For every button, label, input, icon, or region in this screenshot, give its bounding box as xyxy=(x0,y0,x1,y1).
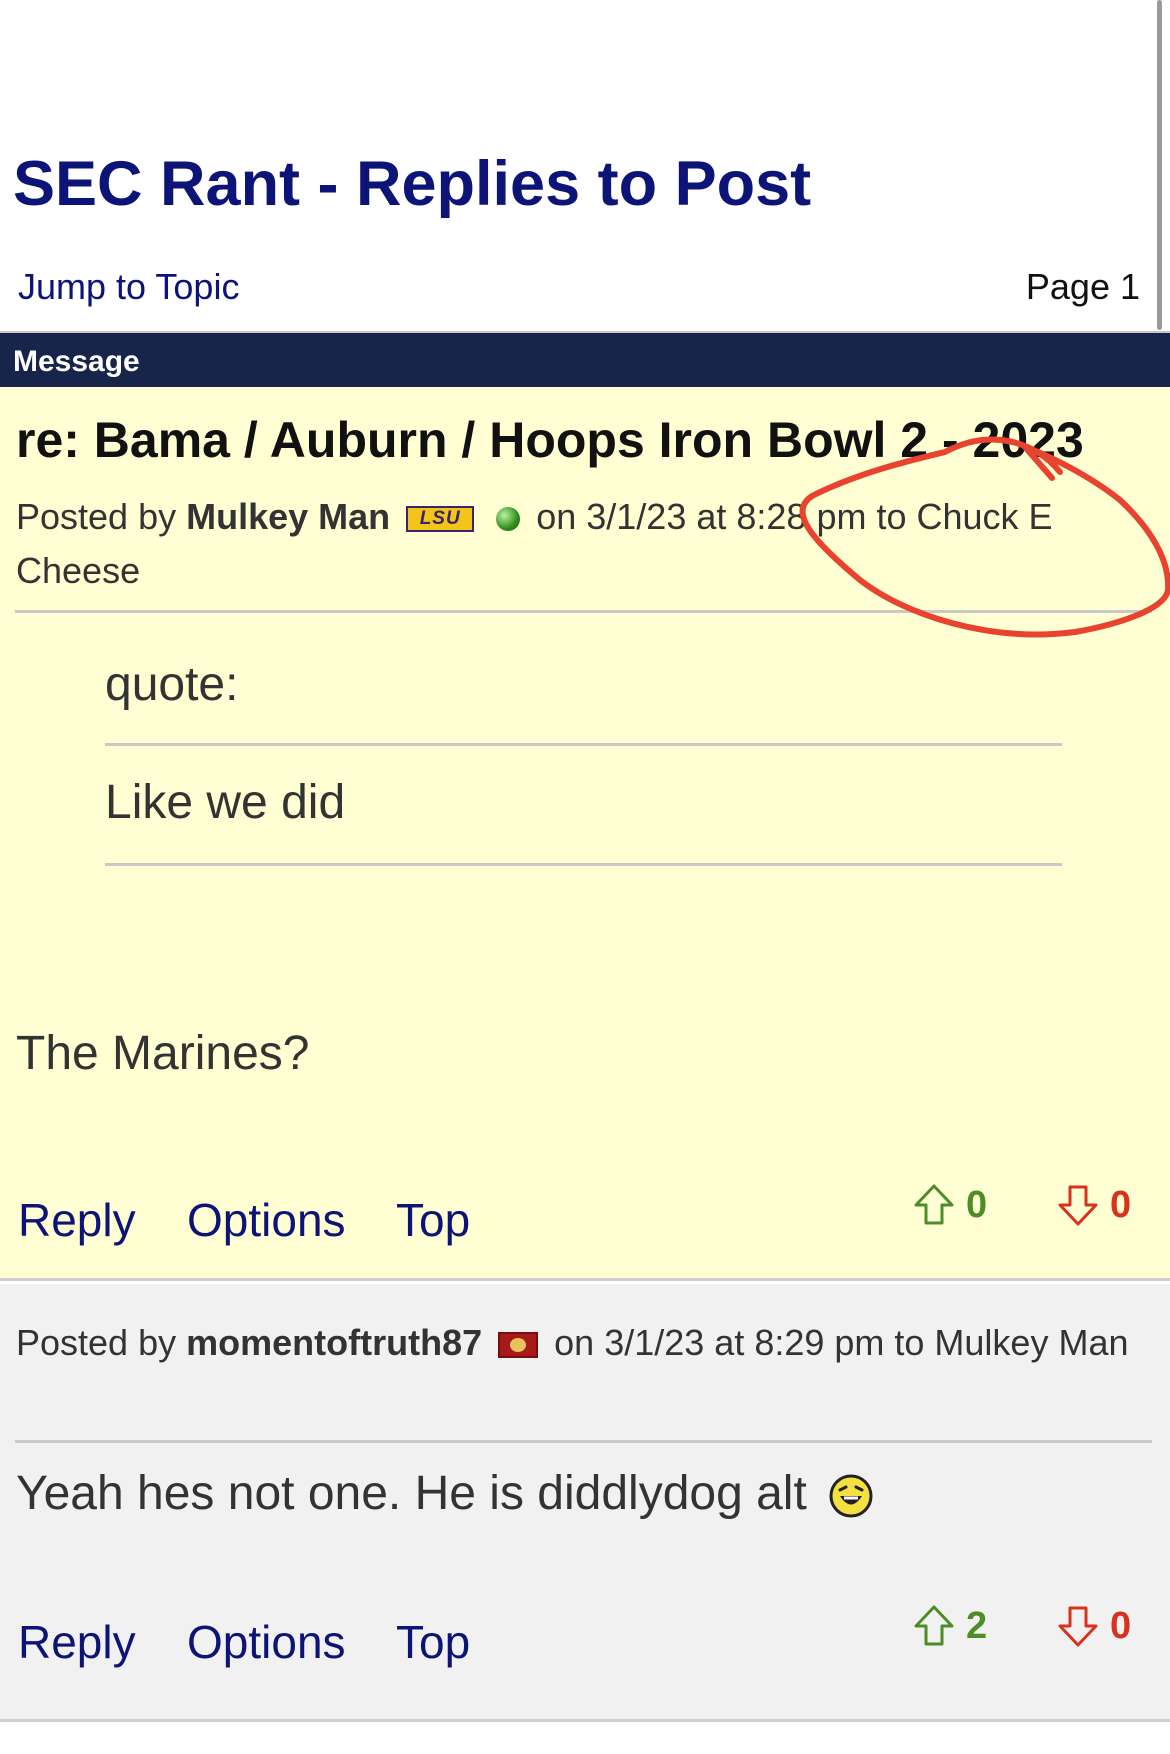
laughing-emoji-icon xyxy=(829,1474,873,1518)
page-title: SEC Rant - Replies to Post xyxy=(13,149,812,219)
posted-by-label: Posted by xyxy=(16,1322,177,1363)
quote-text: Like we did xyxy=(105,776,346,829)
divider xyxy=(15,1440,1152,1443)
downvote-count: 0 xyxy=(1110,1604,1132,1647)
upvote-button[interactable]: 0 xyxy=(912,1183,987,1227)
upvote-count: 2 xyxy=(966,1604,988,1647)
downvote-button[interactable]: 0 xyxy=(1056,1604,1131,1648)
online-status-icon xyxy=(496,507,521,532)
post-meta-text: on 3/1/23 at 8:29 pm to Mulkey Man xyxy=(554,1322,1129,1363)
post-meta: Posted by momentoftruth87 on 3/1/23 at 8… xyxy=(16,1316,1146,1370)
upvote-count: 0 xyxy=(966,1183,988,1226)
options-button[interactable]: Options xyxy=(187,1615,346,1669)
post-body: The Marines? xyxy=(16,1027,310,1080)
message-header-label: Message xyxy=(13,345,140,378)
top-button[interactable]: Top xyxy=(396,1615,470,1669)
divider xyxy=(15,610,1152,613)
post-title: re: Bama / Auburn / Hoops Iron Bowl 2 - … xyxy=(16,412,1084,468)
up-arrow-icon xyxy=(914,1184,954,1225)
down-arrow-icon xyxy=(1058,1185,1098,1226)
post-body-text: Yeah hes not one. He is diddlydog alt xyxy=(16,1467,807,1520)
downvote-button[interactable]: 0 xyxy=(1056,1183,1131,1227)
usmc-flag-icon xyxy=(498,1332,539,1359)
message-header-bar: Message xyxy=(0,331,1170,387)
options-button[interactable]: Options xyxy=(187,1193,346,1247)
reply-button[interactable]: Reply xyxy=(18,1193,136,1247)
posted-by-label: Posted by xyxy=(16,496,177,537)
down-arrow-icon xyxy=(1058,1606,1098,1647)
author-link[interactable]: momentoftruth87 xyxy=(186,1322,482,1363)
post-body: Yeah hes not one. He is diddlydog alt xyxy=(16,1466,874,1521)
quote-divider-bottom xyxy=(105,863,1062,866)
post-highlighted: re: Bama / Auburn / Hoops Iron Bowl 2 - … xyxy=(0,387,1170,1281)
post: Posted by momentoftruth87 on 3/1/23 at 8… xyxy=(0,1284,1170,1722)
quote-label: quote: xyxy=(105,658,239,711)
upvote-button[interactable]: 2 xyxy=(912,1604,987,1648)
reply-button[interactable]: Reply xyxy=(18,1615,136,1669)
jump-to-topic-link[interactable]: Jump to Topic xyxy=(18,266,239,308)
scrollbar[interactable] xyxy=(1157,0,1162,330)
quote-divider-top xyxy=(105,743,1062,746)
downvote-count: 0 xyxy=(1110,1183,1132,1226)
top-button[interactable]: Top xyxy=(396,1193,470,1247)
up-arrow-icon xyxy=(914,1605,954,1646)
page-indicator: Page 1 xyxy=(1025,266,1140,307)
lsu-flair-icon: LSU xyxy=(406,506,475,533)
author-link[interactable]: Mulkey Man xyxy=(186,496,390,537)
post-meta: Posted by Mulkey Man LSU on 3/1/23 at 8:… xyxy=(16,490,1146,598)
